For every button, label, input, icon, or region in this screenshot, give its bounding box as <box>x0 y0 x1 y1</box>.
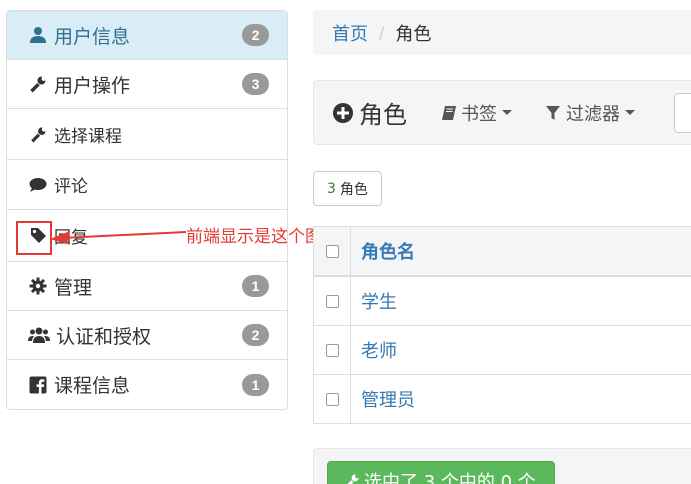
list-toolbar: 角色 书签 过滤器 <box>313 80 691 145</box>
table-row: 管理员 <box>313 375 691 424</box>
annotation-arrow-icon <box>50 231 187 244</box>
bookmark-label: 书签 <box>461 103 497 125</box>
search-input[interactable] <box>674 93 691 133</box>
column-header-role-name[interactable]: 角色名 <box>351 238 415 264</box>
sidebar-item-label: 课程信息 <box>54 375 131 397</box>
caret-down-icon <box>502 110 512 115</box>
wrench-icon <box>28 124 48 144</box>
row-checkbox-cell <box>313 277 351 325</box>
select-all-checkbox[interactable] <box>325 244 339 258</box>
page-title: 角色 <box>332 95 407 130</box>
row-checkbox[interactable] <box>325 343 339 357</box>
table-header-row: 角色名 <box>313 227 691 277</box>
filter-label: 过滤器 <box>566 103 620 125</box>
sidebar-item-auth[interactable]: 认证和授权 2 <box>7 311 287 360</box>
caret-down-icon <box>625 110 635 115</box>
result-count-tag[interactable]: 3 角色 <box>313 171 382 206</box>
sidebar-item-comment[interactable]: 评论 <box>7 160 287 210</box>
breadcrumb-separator: / <box>379 23 385 42</box>
users-icon <box>28 325 50 345</box>
sidebar-item-label: 用户信息 <box>54 25 131 48</box>
filter-icon <box>546 105 562 121</box>
breadcrumb-home-link[interactable]: 首页 <box>332 20 368 46</box>
result-count-label: 角色 <box>339 181 368 198</box>
book-icon <box>441 105 457 121</box>
count-badge: 2 <box>242 324 269 346</box>
row-checkbox[interactable] <box>325 392 339 406</box>
sidebar-item-label: 认证和授权 <box>56 325 152 348</box>
sidebar-item-admin[interactable]: 管理 1 <box>7 262 287 311</box>
count-badge: 1 <box>242 275 269 297</box>
bookmark-dropdown[interactable]: 书签 <box>441 100 512 126</box>
sidebar-item-label: 评论 <box>54 177 88 197</box>
wrench-icon <box>344 473 360 484</box>
role-table: 角色名 学生 老师 管理员 <box>313 226 691 424</box>
select-all-cell <box>313 227 351 275</box>
row-checkbox-cell <box>313 375 351 423</box>
count-badge: 1 <box>242 373 269 396</box>
bulk-action-button[interactable]: 选中了 3 个中的 0 个 <box>327 461 555 484</box>
comment-icon <box>28 175 48 195</box>
role-name-link[interactable]: 管理员 <box>351 386 415 412</box>
sidebar-item-user-info[interactable]: 用户信息 2 <box>7 11 287 60</box>
bulk-action-label: 选中了 3 个中的 0 个 <box>364 472 536 484</box>
table-row: 学生 <box>313 277 691 326</box>
role-name-link[interactable]: 老师 <box>351 337 397 363</box>
role-name-link[interactable]: 学生 <box>351 288 397 314</box>
sidebar-nav: 用户信息 2 用户操作 3 选择课程 评论 回复 管理 1 认证和授权 2 课程… <box>6 10 288 410</box>
sidebar-item-label: 用户操作 <box>54 74 131 97</box>
user-icon <box>28 25 48 45</box>
sidebar-item-label: 管理 <box>54 276 93 299</box>
sidebar-item-course-info[interactable]: 课程信息 1 <box>7 360 287 409</box>
sidebar-item-label: 选择课程 <box>54 126 122 147</box>
filter-dropdown[interactable]: 过滤器 <box>546 100 635 126</box>
count-badge: 2 <box>242 24 269 46</box>
facebook-square-icon <box>28 375 48 395</box>
sidebar-item-user-ops[interactable]: 用户操作 3 <box>7 60 287 109</box>
wrench-icon <box>28 74 48 94</box>
row-checkbox-cell <box>313 326 351 374</box>
page-title-text: 角色 <box>359 101 407 129</box>
gear-icon <box>28 276 48 296</box>
row-checkbox[interactable] <box>325 294 339 308</box>
breadcrumb-current: 角色 <box>395 23 432 45</box>
count-badge: 3 <box>242 73 269 95</box>
breadcrumb: 首页 / 角色 <box>313 10 691 55</box>
plus-circle-icon <box>332 102 354 124</box>
result-count: 3 <box>327 180 336 197</box>
table-row: 老师 <box>313 326 691 375</box>
sidebar-item-select-course[interactable]: 选择课程 <box>7 109 287 160</box>
